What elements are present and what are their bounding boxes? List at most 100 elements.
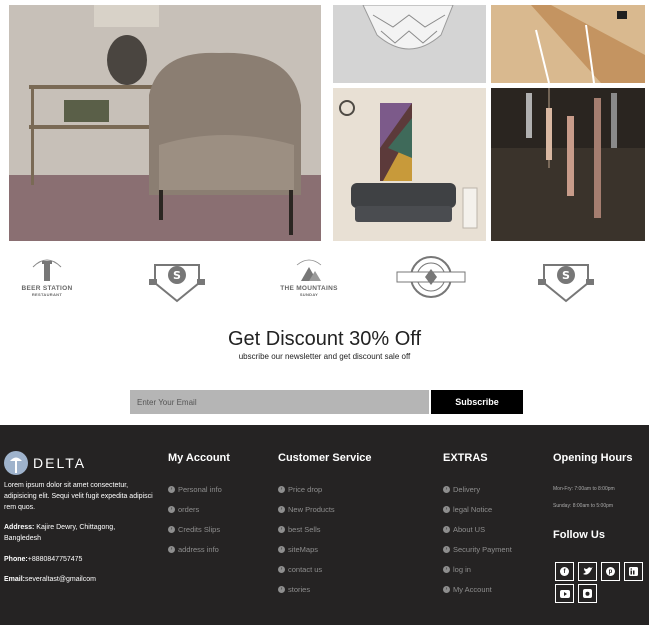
pendant-lamp-image[interactable] [333,5,486,83]
opening-hours-title: Opening Hours [553,452,633,464]
hanging-lamps-image[interactable] [491,88,645,241]
link-label: log in [453,565,471,574]
link-label: legal Notice [453,505,493,514]
chevron-right-icon: › [168,546,175,553]
image-gallery [0,0,649,245]
discount-title: Get Discount 30% Off [227,328,422,350]
opening-hours-weekday: Mon-Fry: 7:00am to 8:00pm [553,486,615,492]
instagram-icon [583,589,592,598]
chevron-right-icon: › [278,526,285,533]
footer-logo[interactable]: DELTA [4,451,86,475]
sofa-image[interactable] [333,88,486,241]
link-label: Price drop [288,485,323,494]
extras-link-about-us[interactable]: › About US [443,525,512,545]
address-label: Address: [4,524,35,531]
brand-name: THE MOUNTAINS [280,285,338,292]
extras-link-delivery[interactable]: › Delivery [443,485,512,505]
extras-link-security-payment[interactable]: › Security Payment [443,545,512,565]
my-account-link-address-info[interactable]: › address info [168,545,222,565]
subscribe-button[interactable]: Subscribe [431,390,523,414]
footer-address: Address: Kajire Dewry, Chittagong, Bangl… [4,522,154,544]
link-label: Credits Slips [178,525,221,534]
youtube-button[interactable] [555,584,574,603]
link-label: best Sells [288,525,321,534]
email-input[interactable] [130,390,429,414]
pinterest-button[interactable]: p [601,562,620,581]
extras-link-legal-notice[interactable]: › legal Notice [443,505,512,525]
link-label: address info [178,545,219,554]
twitter-icon [582,567,593,575]
link-label: Delivery [453,485,481,494]
sunset-letter: S [173,269,181,282]
sunset-badge-icon: S [149,264,205,303]
instagram-button[interactable] [578,584,597,603]
link-label: stories [288,585,311,594]
armchair-image[interactable] [9,5,321,241]
email-value[interactable]: severaltast@gmailcom [25,576,96,583]
brand-logo-sunset[interactable]: S [142,255,212,310]
chevron-right-icon: › [168,486,175,493]
brand-logo-vintage-clothing[interactable] [395,255,466,310]
sunset-badge-icon: S [538,264,594,303]
phone-value[interactable]: +8880847757475 [28,556,83,563]
logo-text: DELTA [33,455,87,471]
brand-logos: BEER STATION RESTAURANT S THE MOUNTAINS … [0,255,649,315]
chevron-right-icon: › [278,506,285,513]
discount-subtitle: ubscribe our newsletter and get discount… [238,352,411,361]
twitter-button[interactable] [578,562,597,581]
my-account-title: My Account [168,452,230,464]
extras-list: › Delivery › legal Notice › About US › Secur… [443,485,512,605]
my-account-link-credit-slips[interactable]: › Credits Slips [168,525,222,545]
brand-logo-the-mountains[interactable]: THE MOUNTAINS SUNDAY [274,255,344,310]
link-label: New Products [288,505,335,514]
footer-phone: Phone:+8880847757475 [4,554,154,565]
link-label: contact us [288,565,323,574]
chevron-right-icon: › [443,506,450,513]
sunset-letter: S [562,269,570,282]
customer-service-link-new-products[interactable]: › New Products [278,505,335,525]
email-label: Email: [4,576,26,583]
brand-sub: RESTAURANT [31,292,63,297]
pinterest-icon: p [606,567,615,576]
phone-label: Phone: [4,556,28,563]
lamp-logo-icon [4,451,28,475]
facebook-button[interactable]: f [555,562,574,581]
customer-service-link-sitemaps[interactable]: › siteMaps [278,545,335,565]
brand-logo-beer-station[interactable]: BEER STATION RESTAURANT [12,255,82,310]
customer-service-list: › Price drop › New Products › best Sells › s… [278,485,335,605]
chevron-right-icon: › [278,546,285,553]
my-account-link-personal-info[interactable]: › Personal info [168,485,222,505]
footer-email: Email:severaltast@gmailcom [4,574,154,585]
chevron-right-icon: › [443,526,450,533]
my-account-link-orders[interactable]: › orders [168,505,222,525]
wood-table-image[interactable] [491,5,645,83]
my-account-list: › Personal info › orders › Credits Slips › a… [168,485,222,565]
chevron-right-icon: › [278,586,285,593]
brand-name: BEER STATION [21,285,73,292]
chevron-right-icon: › [443,486,450,493]
follow-us-title: Follow Us [553,529,605,541]
chevron-right-icon: › [443,566,450,573]
chevron-right-icon: › [443,546,450,553]
link-label: My Account [453,585,492,594]
customer-service-link-price-drop[interactable]: › Price drop [278,485,335,505]
vintage-clothing-logo-icon [396,256,466,298]
beer-station-logo-icon [32,259,62,281]
linkedin-button[interactable] [624,562,643,581]
customer-service-link-stories[interactable]: › stories [278,585,335,605]
youtube-icon [559,589,570,598]
extras-link-log-in[interactable]: › log in [443,565,512,585]
opening-hours-sunday: Sunday: 8:00am to 5:00pm [553,503,614,509]
mountains-logo-icon [296,259,322,281]
linkedin-icon [629,567,638,576]
link-label: orders [178,505,200,514]
link-label: Security Payment [453,545,512,554]
page: BEER STATION RESTAURANT S THE MOUNTAINS … [0,0,649,625]
customer-service-link-best-sells[interactable]: › best Sells [278,525,335,545]
chevron-right-icon: › [443,586,450,593]
extras-title: EXTRAS [443,452,488,464]
customer-service-link-contact-us[interactable]: › contact us [278,565,335,585]
chevron-right-icon: › [278,486,285,493]
brand-logo-sunset-2[interactable]: S [531,255,601,310]
extras-link-my-account[interactable]: › My Account [443,585,512,605]
